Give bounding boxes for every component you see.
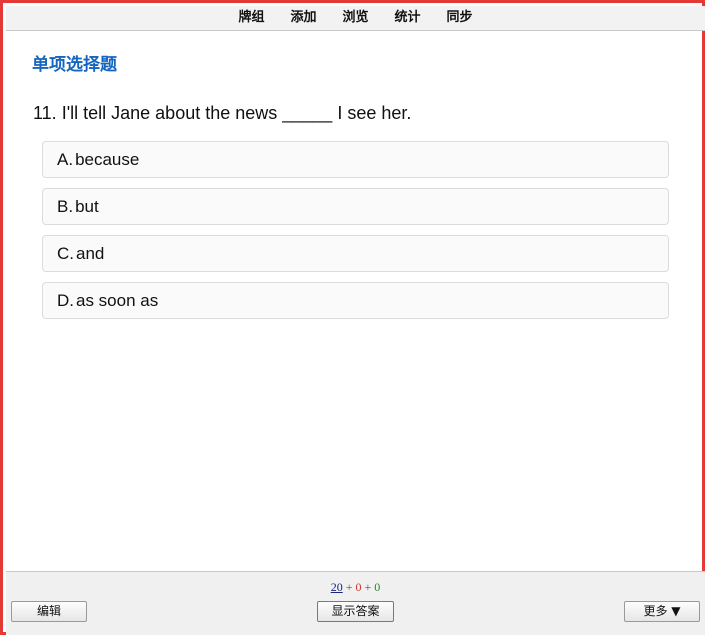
option-letter: D.: [57, 290, 74, 310]
option-a[interactable]: A. because: [42, 141, 669, 178]
nav-add[interactable]: 添加: [290, 8, 316, 28]
option-letter: C.: [57, 243, 74, 263]
review-count: 0: [374, 580, 381, 594]
question-text: 11. I'll tell Jane about the news _____ …: [33, 103, 412, 123]
more-button[interactable]: 更多 ▼: [624, 601, 700, 622]
option-b[interactable]: B. but: [42, 188, 669, 225]
card-counts: 20 + 0 + 0: [6, 580, 705, 594]
options-list: A. because B. but C. and D. as soon as: [42, 141, 669, 329]
option-letter: A.: [57, 149, 74, 169]
option-text: as soon as: [76, 290, 159, 310]
nav-decks[interactable]: 牌组: [238, 8, 264, 28]
option-text: because: [75, 149, 140, 169]
nav-stats[interactable]: 统计: [395, 8, 421, 28]
new-count[interactable]: 20: [331, 580, 343, 594]
window-frame: 牌组 添加 浏览 统计 同步 单项选择题 11. I'll tell Jane …: [0, 0, 705, 635]
option-text: but: [75, 196, 99, 216]
section-title: 单项选择题: [32, 55, 117, 75]
bottom-bar: 20 + 0 + 0 编辑 显示答案 更多 ▼: [6, 571, 705, 635]
option-d[interactable]: D. as soon as: [42, 282, 669, 319]
option-text: and: [76, 243, 105, 263]
count-separator: +: [361, 580, 375, 594]
top-nav: 牌组 添加 浏览 统计 同步: [6, 6, 705, 31]
option-c[interactable]: C. and: [42, 235, 669, 272]
show-answer-button[interactable]: 显示答案: [317, 601, 394, 622]
edit-button[interactable]: 编辑: [11, 601, 87, 622]
count-separator: +: [342, 580, 356, 594]
nav-browse[interactable]: 浏览: [342, 8, 368, 28]
nav-sync[interactable]: 同步: [447, 8, 473, 28]
option-letter: B.: [57, 196, 74, 216]
